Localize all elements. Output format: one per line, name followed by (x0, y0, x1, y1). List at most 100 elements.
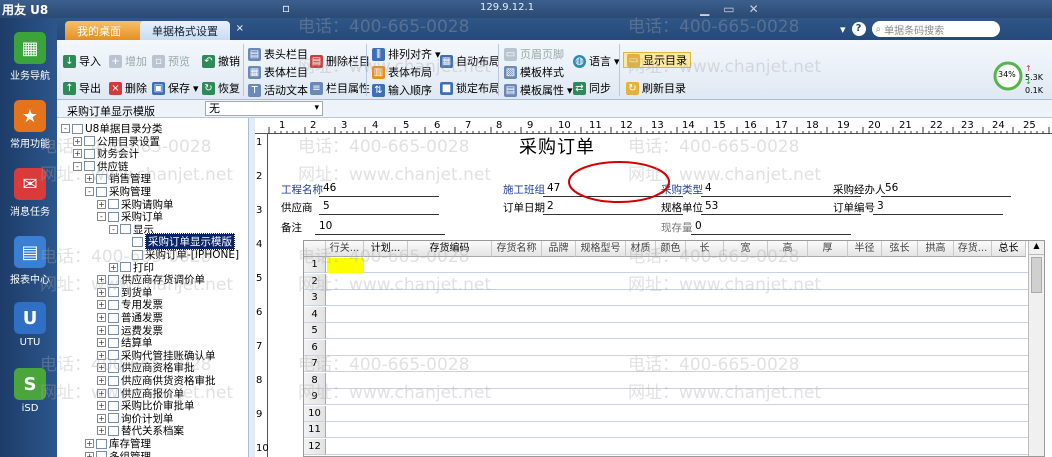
row-number[interactable]: 8 (304, 372, 326, 389)
row-number[interactable]: 5 (304, 323, 326, 339)
collapse-icon[interactable]: - (109, 224, 118, 234)
dropdown-icon[interactable]: ▾ (840, 23, 846, 36)
collapse-icon[interactable]: - (97, 212, 106, 222)
table-row[interactable] (326, 406, 1028, 422)
field-label[interactable]: 施工班组 (503, 182, 545, 197)
close-tab-icon[interactable]: × (236, 23, 244, 34)
column-header[interactable]: 长 (686, 241, 724, 257)
column-header[interactable]: 拱高 (918, 241, 954, 257)
column-header[interactable]: 弦长 (882, 241, 918, 257)
expand-icon[interactable]: + (97, 338, 106, 348)
expand-icon[interactable]: + (97, 287, 106, 297)
column-header[interactable]: 行关... (326, 241, 364, 257)
scroll-up-icon[interactable]: ▲ (1029, 241, 1044, 255)
sync-button[interactable]: ⇄ 同步 (573, 80, 611, 96)
table-row[interactable] (326, 439, 1028, 455)
align-button[interactable]: ⫼ 排列对齐 ▾ (372, 46, 441, 62)
expand-icon[interactable]: + (97, 350, 106, 360)
column-header[interactable]: 存货编码 (408, 241, 492, 257)
row-number[interactable]: 7 (304, 356, 326, 372)
body-layout-button[interactable]: ▥ 表体布局 (372, 64, 432, 80)
restore-button[interactable]: ↻ 恢复 (202, 80, 240, 96)
expand-icon[interactable]: + (97, 199, 106, 209)
lock-layout-button[interactable]: ■ 锁定布局 (440, 80, 500, 96)
tree-node[interactable]: + 多组管理 (85, 450, 151, 457)
column-header[interactable]: 颜色 (656, 241, 686, 257)
table-row[interactable] (326, 356, 1028, 372)
expand-icon[interactable]: + (97, 313, 106, 322)
template-select[interactable]: 无 ▾ (205, 101, 323, 116)
column-header[interactable]: 品牌 (542, 241, 576, 257)
expand-icon[interactable]: + (73, 149, 82, 159)
collapse-icon[interactable]: - (61, 124, 70, 133)
row-number[interactable]: 2 (304, 273, 326, 290)
template-style-button[interactable]: ▧ 模板样式 (504, 64, 564, 80)
expand-icon[interactable]: + (97, 388, 106, 398)
table-row[interactable] (326, 274, 1028, 290)
preview-button[interactable]: ▫ 预览 (152, 53, 190, 69)
help-icon[interactable]: ? (851, 22, 866, 36)
chevron-down-icon[interactable]: ▾ (193, 82, 199, 95)
minimize-icon[interactable]: ▁ (700, 2, 709, 16)
column-header[interactable]: 计划... (364, 241, 408, 257)
table-row[interactable] (326, 257, 1028, 273)
row-number[interactable]: 3 (304, 290, 326, 306)
nav-reports[interactable]: ▤ 报表中心 (4, 236, 56, 286)
header-bar-button[interactable]: ▤ 表头栏目 (248, 46, 308, 62)
body-bar-button[interactable]: ▦ 表体栏目 (248, 64, 308, 80)
row-number[interactable]: 10 (304, 405, 326, 422)
add-button[interactable]: + 增加 (109, 53, 147, 69)
nav-isd[interactable]: S iSD (4, 368, 56, 414)
row-number[interactable]: 6 (304, 339, 326, 356)
tab-desktop[interactable]: 我的桌面 (65, 21, 148, 40)
export-button[interactable]: ↑ 导出 (63, 80, 101, 96)
column-header[interactable]: 存货名称 (492, 241, 542, 257)
table-row[interactable] (326, 389, 1028, 405)
column-header[interactable]: 半径 (848, 241, 882, 257)
expand-icon[interactable]: + (97, 363, 106, 373)
expand-icon[interactable]: + (97, 413, 106, 423)
nav-utu[interactable]: U UTU (4, 302, 56, 348)
nav-business[interactable]: ▦ 业务导航 (4, 32, 56, 82)
field-value[interactable]: 53 (705, 200, 718, 212)
selected-cell[interactable] (327, 258, 364, 273)
expand-icon[interactable]: + (85, 451, 94, 457)
row-number[interactable]: 11 (304, 422, 326, 438)
field-value[interactable]: 56 (885, 182, 898, 194)
field-value[interactable]: 5 (323, 200, 330, 212)
vertical-scrollbar[interactable]: ▲ (1028, 241, 1044, 456)
template-props-button[interactable]: ▤ 模板属性 ▾ (504, 82, 573, 98)
delete-button[interactable]: × 删除 (109, 80, 147, 96)
expand-icon[interactable]: + (85, 439, 94, 448)
auto-layout-button[interactable]: ▦ 自动布局 (440, 53, 500, 69)
row-number[interactable]: 1 (304, 257, 326, 273)
column-header[interactable]: 存货... (954, 241, 992, 257)
chevron-down-icon[interactable]: ▾ (567, 84, 573, 97)
field-label[interactable]: 备注 (281, 220, 302, 235)
field-label[interactable]: 现存量 (661, 220, 693, 235)
table-row[interactable] (326, 323, 1028, 339)
expand-icon[interactable]: + (97, 300, 106, 310)
collapse-icon[interactable]: - (73, 161, 82, 171)
tab-format-settings[interactable]: 单据格式设置 × (140, 21, 244, 40)
field-label[interactable]: 工程名称 (281, 182, 323, 197)
restore-icon[interactable]: ▭ (723, 2, 734, 16)
column-header[interactable]: 宽 (724, 241, 768, 257)
barcode-search-input[interactable]: ⌕ 单据条码搜索 (871, 21, 1000, 37)
field-value[interactable]: 10 (319, 220, 332, 232)
undo-button[interactable]: ↶ 撤销 (202, 53, 240, 69)
page-header-button[interactable]: ▭ 页眉页脚 (504, 46, 564, 62)
column-header[interactable]: 厚 (808, 241, 848, 257)
field-value[interactable]: 0 (695, 220, 702, 232)
input-order-button[interactable]: ⇅ 输入顺序 (372, 82, 432, 98)
active-text-button[interactable]: T 活动文本 (248, 82, 308, 98)
table-row[interactable] (326, 422, 1028, 438)
row-number[interactable]: 9 (304, 389, 326, 405)
bar-props-button[interactable]: ≡ 栏目属性 (310, 80, 370, 96)
refresh-directory-button[interactable]: ↻ 刷新目录 (626, 80, 686, 96)
field-label[interactable]: 供应商 (281, 200, 313, 215)
table-row[interactable] (326, 373, 1028, 389)
field-label[interactable]: 采购经办人 (833, 182, 886, 197)
delete-bar-button[interactable]: ▤ 删除栏目 (310, 53, 370, 69)
show-directory-button[interactable]: ▭ 显示目录 (623, 52, 691, 68)
